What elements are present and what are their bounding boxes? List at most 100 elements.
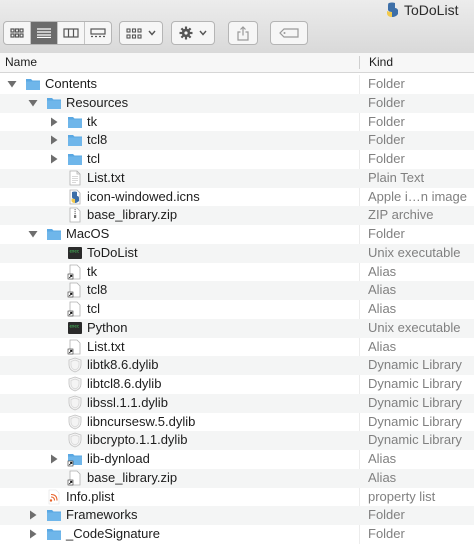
item-kind: Alias — [368, 451, 397, 466]
name-column-header[interactable]: Name — [5, 55, 37, 69]
list-item[interactable]: tk Alias — [0, 263, 474, 282]
item-kind: Dynamic Library — [368, 394, 462, 410]
list-item[interactable]: tcl Folder — [0, 150, 474, 169]
disclosure-closed-icon[interactable] — [28, 529, 38, 539]
chevron-down-icon — [148, 30, 156, 36]
list-item[interactable]: libcrypto.1.1.dylib Dynamic Library — [0, 431, 474, 450]
gallery-view-button[interactable] — [85, 22, 111, 44]
item-name: libtk8.6.dylib — [87, 357, 159, 373]
item-name: Info.plist — [66, 488, 115, 504]
list-item[interactable]: lib-dynload Alias — [0, 450, 474, 469]
svg-text:exec: exec — [70, 323, 80, 328]
executable-icon: exec — [68, 246, 82, 259]
zip-file-icon — [69, 207, 81, 223]
toolbar: ToDoList — [0, 0, 474, 54]
gallery-view-icon — [90, 28, 106, 38]
list-item[interactable]: libtk8.6.dylib Dynamic Library — [0, 356, 474, 375]
text-file-icon — [69, 170, 81, 186]
disclosure-open-icon[interactable] — [7, 79, 17, 89]
item-kind: Dynamic Library — [368, 376, 462, 391]
item-kind: Unix executable — [368, 244, 461, 260]
list-item[interactable]: base_library.zip Alias — [0, 468, 474, 488]
list-item[interactable]: _CodeSignature Folder — [0, 525, 474, 544]
list-item[interactable]: List.txt Plain Text — [0, 168, 474, 188]
list-item[interactable]: exec ToDoList Unix executable — [0, 243, 474, 263]
column-header: Name Kind — [0, 53, 474, 73]
item-kind: Dynamic Library — [368, 357, 462, 373]
item-name: tcl — [87, 151, 100, 166]
item-kind: Apple i…n image — [368, 188, 467, 204]
disclosure-closed-icon[interactable] — [28, 510, 38, 520]
disclosure-closed-icon[interactable] — [49, 154, 59, 164]
list-item[interactable]: tcl Alias — [0, 300, 474, 319]
folder-alias-icon — [67, 454, 82, 467]
list-item[interactable]: tcl8 Folder — [0, 131, 474, 150]
dylib-icon — [68, 414, 82, 429]
item-name: tk — [87, 263, 98, 279]
item-name: base_library.zip — [87, 207, 178, 223]
window-title-text: ToDoList — [404, 2, 459, 18]
disclosure-open-icon[interactable] — [28, 98, 38, 108]
list-item[interactable]: libncursesw.5.dylib Dynamic Library — [0, 413, 474, 432]
list-item[interactable]: base_library.zip ZIP archive — [0, 206, 474, 225]
column-divider[interactable] — [359, 56, 360, 69]
alias-icon — [67, 301, 81, 317]
plist-icon — [48, 489, 60, 504]
item-kind: Plain Text — [368, 169, 425, 185]
group-by-button[interactable] — [119, 21, 163, 45]
icon-view-icon — [10, 28, 24, 38]
list-item[interactable]: Resources Folder — [0, 93, 474, 113]
list-item[interactable]: List.txt Alias — [0, 338, 474, 357]
list-item[interactable]: tcl8 Alias — [0, 281, 474, 300]
folder-icon — [68, 135, 82, 147]
item-kind: Unix executable — [368, 319, 461, 335]
item-name: base_library.zip — [87, 469, 178, 485]
item-kind: Folder — [368, 526, 405, 541]
item-kind: Dynamic Library — [368, 432, 462, 448]
list-item[interactable]: exec Python Unix executable — [0, 318, 474, 338]
list-item[interactable]: icon-windowed.icns Apple i…n image — [0, 188, 474, 207]
folder-icon — [26, 79, 40, 90]
item-name: libssl.1.1.dylib — [87, 394, 168, 410]
list-item[interactable]: libssl.1.1.dylib Dynamic Library — [0, 393, 474, 413]
disclosure-open-icon[interactable] — [28, 229, 38, 239]
item-kind: Folder — [368, 507, 405, 523]
item-name: tcl — [87, 301, 100, 316]
list-item[interactable]: Frameworks Folder — [0, 506, 474, 525]
list-item[interactable]: Info.plist property list — [0, 488, 474, 507]
list-view-icon — [37, 28, 51, 38]
file-list: Contents Folder Resources Folder tk Folder tcl… — [0, 75, 474, 544]
item-kind: Alias — [368, 338, 397, 354]
window-title: ToDoList — [384, 2, 458, 18]
item-kind: Alias — [368, 301, 397, 316]
alias-icon — [67, 282, 81, 298]
edit-tags-button[interactable] — [270, 21, 308, 45]
item-kind: Alias — [368, 263, 397, 279]
action-menu-button[interactable] — [171, 21, 215, 45]
app-icon — [387, 2, 398, 17]
icon-view-button[interactable] — [4, 22, 31, 44]
disclosure-closed-icon[interactable] — [49, 454, 59, 464]
chevron-down-icon — [199, 30, 207, 36]
kind-column-header[interactable]: Kind — [369, 55, 393, 69]
dylib-icon — [68, 376, 82, 392]
item-name: tcl8 — [87, 282, 108, 298]
list-item[interactable]: MacOS Folder — [0, 225, 474, 244]
folder-icon — [47, 510, 61, 522]
view-mode-segmented-control — [3, 21, 112, 45]
folder-icon — [68, 116, 82, 128]
item-kind: Folder — [368, 151, 405, 166]
list-item[interactable]: libtcl8.6.dylib Dynamic Library — [0, 375, 474, 394]
item-name: tcl8 — [87, 132, 108, 148]
item-kind: Folder — [368, 76, 405, 91]
disclosure-closed-icon[interactable] — [49, 135, 59, 145]
item-kind: Alias — [368, 469, 397, 485]
list-item[interactable]: Contents Folder — [0, 75, 474, 94]
disclosure-closed-icon[interactable] — [49, 117, 59, 127]
list-view-button[interactable] — [31, 22, 58, 44]
item-name: libcrypto.1.1.dylib — [87, 432, 188, 448]
list-item[interactable]: tk Folder — [0, 113, 474, 132]
share-button[interactable] — [228, 21, 258, 45]
column-view-button[interactable] — [58, 22, 85, 44]
tag-icon — [279, 28, 299, 38]
